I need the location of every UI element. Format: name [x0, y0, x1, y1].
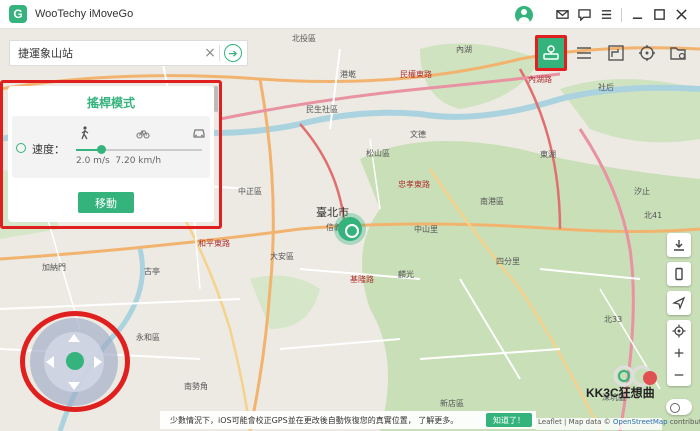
- zoom-out-button[interactable]: [667, 364, 691, 386]
- map-label: 忠孝東路: [398, 180, 430, 189]
- search-bar: × ➔: [9, 40, 248, 66]
- map-label: 大安區: [270, 252, 294, 261]
- map-label: 民權東路: [400, 70, 432, 79]
- zoom-in-button[interactable]: [667, 342, 691, 364]
- minimize-icon[interactable]: [626, 5, 648, 25]
- map-label: 南港區: [480, 197, 504, 206]
- import-route-button[interactable]: [664, 38, 692, 68]
- device-icon: [675, 267, 683, 281]
- locate-arrow-button[interactable]: [667, 291, 691, 315]
- plus-icon: [674, 348, 684, 358]
- mail-icon[interactable]: [551, 5, 573, 25]
- device-button[interactable]: [667, 262, 691, 286]
- map-label: 中山里: [414, 225, 438, 234]
- map-label: 社后: [598, 83, 614, 92]
- current-location-icon: [672, 324, 686, 338]
- user-avatar-icon[interactable]: [515, 5, 533, 24]
- current-location-button[interactable]: [667, 320, 691, 342]
- notice-bar: 少數情況下，iOS可能會校正GPS並在更改後自動恢復您的真實位置， 了解更多。 …: [160, 411, 536, 429]
- map-label: 古亭: [144, 267, 160, 276]
- teleport-icon: [638, 45, 655, 61]
- download-gpx-button[interactable]: [667, 233, 691, 257]
- title-bar-controls: [515, 0, 692, 29]
- map-label: 加納門: [42, 263, 66, 272]
- feedback-icon[interactable]: [573, 5, 595, 25]
- map-label: 汐止: [634, 187, 650, 196]
- app-logo-icon: G: [9, 5, 27, 23]
- map-label: 中正區: [238, 187, 262, 196]
- map-label: 港墘: [340, 70, 356, 79]
- two-spot-mode-button[interactable]: [601, 38, 629, 68]
- map-label: 內湖: [456, 45, 472, 54]
- import-route-icon: [670, 47, 686, 60]
- map-label: 北33: [604, 315, 623, 324]
- map-label: 南勢角: [184, 382, 208, 391]
- location-pin[interactable]: [338, 217, 362, 241]
- teleport-mode-button[interactable]: [633, 38, 661, 68]
- mode-toolbar: [535, 35, 695, 71]
- map-label: 東湖: [540, 150, 556, 159]
- map-label: 北投區: [292, 34, 316, 43]
- joystick-mode-button[interactable]: [535, 35, 568, 71]
- got-it-button[interactable]: 知道了！: [486, 413, 532, 427]
- panel-highlight-frame: [0, 80, 222, 229]
- notice-text: 少數情況下，iOS可能會校正GPS並在更改後自動恢復您的真實位置， 了解更多。: [170, 415, 459, 425]
- map-label: 基隆路: [350, 275, 374, 284]
- title-bar: G WooTechy iMoveGo: [0, 0, 700, 29]
- close-icon[interactable]: [670, 5, 692, 25]
- watermark-text: KK3C狂想曲: [586, 386, 655, 400]
- map-label: 永和區: [136, 333, 160, 342]
- openstreetmap-link[interactable]: OpenStreetMap: [613, 418, 668, 426]
- menu-icon[interactable]: [595, 5, 617, 25]
- map-toggle-button[interactable]: [666, 399, 692, 415]
- attribution-suffix: contributors: [669, 418, 700, 426]
- clear-icon[interactable]: ×: [201, 44, 219, 62]
- download-gpx-icon: [674, 240, 684, 251]
- attribution-prefix: Leaflet | Map data ©: [538, 418, 613, 426]
- two-spot-icon: [607, 45, 624, 61]
- map-label: 民生社區: [306, 105, 338, 114]
- zoom-control: [667, 320, 691, 386]
- map-label: 松山區: [366, 149, 390, 158]
- locate-arrow-icon: [672, 296, 686, 310]
- map-label: 麟光: [398, 270, 414, 279]
- maximize-icon[interactable]: [648, 5, 670, 25]
- map-label: 內湖路: [528, 75, 552, 84]
- search-input[interactable]: [10, 42, 201, 64]
- map-label: 和平東路: [198, 239, 230, 248]
- app-title: WooTechy iMoveGo: [35, 8, 134, 20]
- map-label: 新店區: [440, 399, 464, 408]
- search-go-icon[interactable]: ➔: [224, 44, 242, 62]
- map-label: 文德: [410, 130, 426, 139]
- map-label: 四分里: [496, 257, 520, 266]
- map-attribution: Leaflet | Map data © OpenStreetMap contr…: [536, 418, 700, 430]
- multi-spot-icon: [577, 47, 592, 59]
- joystick-mode-icon: [543, 45, 559, 60]
- multi-spot-mode-button[interactable]: [570, 38, 598, 68]
- joystick-highlight-frame: [20, 311, 130, 412]
- watermark: KK3C狂想曲: [586, 365, 666, 404]
- minus-icon: [674, 374, 684, 376]
- search-divider: [219, 45, 220, 61]
- map-label: 北41: [644, 211, 663, 220]
- title-bar-separator: [621, 7, 622, 22]
